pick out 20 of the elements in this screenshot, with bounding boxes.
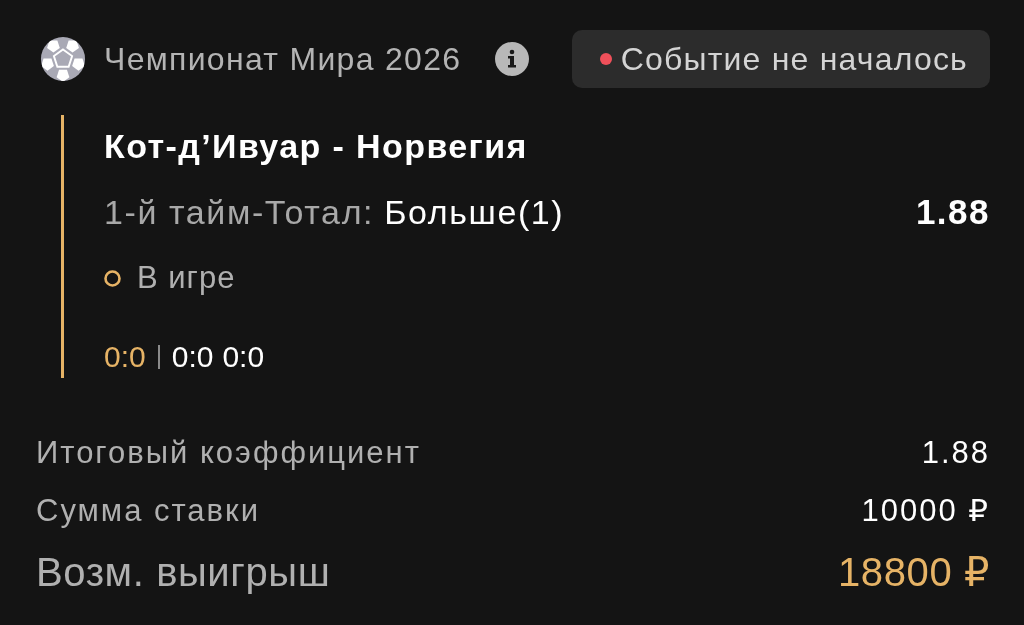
ring-icon — [104, 269, 121, 287]
odds-value: 1.88 — [915, 192, 990, 232]
summary-value: 18800 ₽ — [838, 549, 990, 595]
match-state-label: В игре — [137, 260, 236, 296]
period-score: 0:0 — [222, 339, 265, 375]
tournament-title: Чемпионат Мира 2026 — [104, 40, 462, 79]
summary-label: Итоговый коэффициент — [36, 434, 421, 472]
outcome-label: Больше(1) — [384, 192, 565, 232]
summary-label: Сумма ставки — [36, 492, 260, 530]
soccer-ball-icon — [40, 36, 86, 82]
summary-value: 10000 ₽ — [861, 492, 990, 530]
summary-value: 1.88 — [921, 434, 990, 472]
current-score: 0:0 — [104, 339, 146, 375]
match-title: Кот-д’Ивуар - Норвегия — [104, 126, 528, 166]
market-label: 1-й тайм-Тотал: — [104, 192, 375, 232]
summary-label: Возм. выигрыш — [36, 549, 331, 595]
status-dot-icon — [599, 53, 612, 65]
period-score: 0:0 — [171, 339, 214, 375]
info-icon[interactable] — [495, 42, 530, 76]
event-status-badge: Событие не началось — [571, 30, 990, 88]
